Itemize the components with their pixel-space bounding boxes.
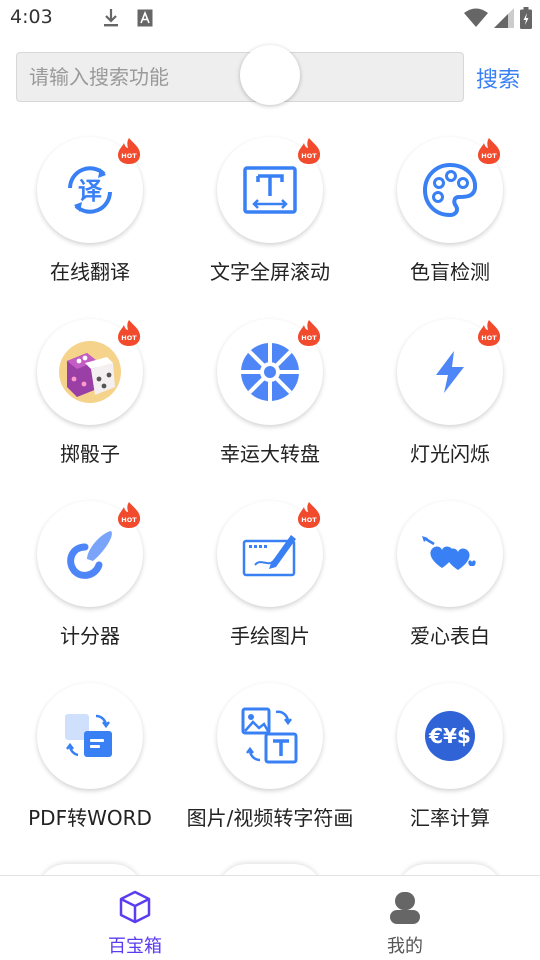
svg-text:HOT: HOT	[481, 152, 497, 160]
status-time: 4:03	[10, 6, 53, 28]
lightning-icon	[436, 351, 464, 393]
tool-label: 爱心表白	[410, 624, 490, 648]
svg-text:HOT: HOT	[301, 334, 317, 342]
hot-badge-icon: HOT	[118, 320, 141, 346]
tool-light-flash[interactable]: HOT 灯光闪烁	[360, 319, 540, 489]
svg-text:HOT: HOT	[481, 334, 497, 342]
svg-text:€¥$: €¥$	[428, 724, 471, 748]
hot-badge-icon: HOT	[478, 138, 501, 164]
nav-toolbox[interactable]: 百宝箱	[0, 876, 270, 960]
drawing-tablet-icon	[242, 535, 296, 577]
status-bar: 4:03	[0, 0, 540, 36]
tool-color-blind-test[interactable]: HOT 色盲检测	[360, 137, 540, 307]
hot-badge-icon: HOT	[298, 320, 321, 346]
nav-mine[interactable]: 我的	[270, 876, 540, 960]
tool-online-translate[interactable]: 译 HOT 在线翻译	[0, 137, 180, 307]
hot-badge-icon: HOT	[478, 320, 501, 346]
svg-text:HOT: HOT	[301, 152, 317, 160]
battery-icon	[520, 7, 532, 29]
svg-text:HOT: HOT	[121, 334, 137, 342]
hot-badge-icon: HOT	[298, 138, 321, 164]
tool-hand-drawing[interactable]: HOT 手绘图片	[180, 501, 360, 671]
currency-icon: €¥$	[425, 711, 475, 761]
palette-icon	[422, 162, 478, 218]
tool-label: PDF转WORD	[28, 806, 152, 830]
tool-image-to-ascii[interactable]: 图片/视频转字符画	[180, 683, 360, 853]
tool-label: 汇率计算	[410, 806, 490, 830]
wheel-icon	[241, 343, 299, 401]
svg-text:译: 译	[78, 177, 103, 205]
font-icon	[137, 9, 153, 27]
tool-scorer[interactable]: HOT 计分器	[0, 501, 180, 671]
pdf-convert-icon	[65, 714, 112, 757]
svg-text:HOT: HOT	[121, 516, 137, 524]
hot-badge-icon: HOT	[298, 502, 321, 528]
hearts-icon	[422, 536, 476, 570]
tool-label: 灯光闪烁	[410, 442, 490, 466]
image-to-text-icon	[241, 707, 298, 764]
svg-text:HOT: HOT	[301, 516, 317, 524]
hot-badge-icon: HOT	[118, 502, 141, 528]
tool-label: 计分器	[60, 624, 120, 648]
tool-label: 幸运大转盘	[220, 442, 320, 466]
person-icon	[390, 892, 420, 924]
tool-label: 图片/视频转字符画	[186, 806, 354, 830]
tool-love-confession[interactable]: 爱心表白	[360, 501, 540, 671]
cube-icon	[119, 890, 151, 924]
tool-pdf-to-word[interactable]: PDF转WORD	[0, 683, 180, 853]
tool-text-scroll[interactable]: HOT 文字全屏滚动	[180, 137, 360, 307]
status-icons	[464, 7, 532, 29]
download-icon	[104, 9, 118, 27]
search-button[interactable]: 搜索	[476, 62, 520, 94]
signal-icon	[494, 8, 514, 28]
dice-icon	[59, 341, 121, 403]
tool-lucky-wheel[interactable]: HOT 幸运大转盘	[180, 319, 360, 489]
tool-label: 色盲检测	[410, 260, 490, 284]
tool-dice[interactable]: HOT 掷骰子	[0, 319, 180, 489]
wifi-icon	[464, 8, 488, 27]
svg-text:HOT: HOT	[121, 152, 137, 160]
text-frame-icon	[243, 166, 297, 214]
tool-exchange-rate[interactable]: €¥$ 汇率计算	[360, 683, 540, 853]
hot-badge-icon: HOT	[118, 138, 141, 164]
tool-label: 手绘图片	[230, 624, 310, 648]
tool-label: 掷骰子	[60, 442, 120, 466]
tool-label: 文字全屏滚动	[210, 260, 330, 284]
bottom-nav: 百宝箱 我的	[0, 875, 540, 960]
tool-label: 在线翻译	[50, 260, 130, 284]
nav-label: 我的	[387, 936, 423, 957]
nav-label: 百宝箱	[108, 936, 162, 957]
score-icon	[67, 531, 112, 579]
translate-icon: 译	[68, 166, 112, 214]
floating-ball[interactable]	[240, 45, 300, 105]
